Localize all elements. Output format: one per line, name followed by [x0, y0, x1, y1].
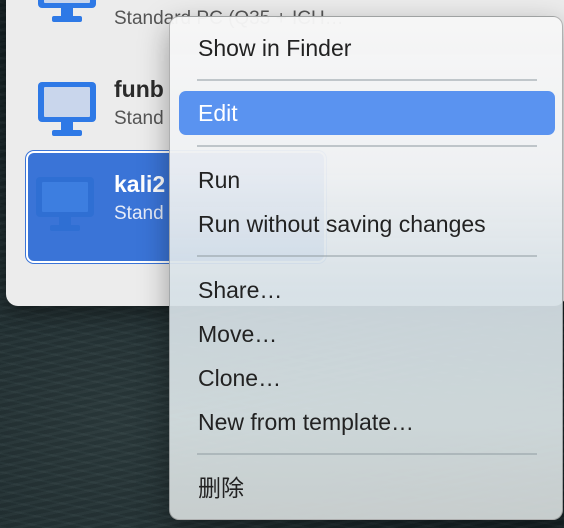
menu-item-run-without-saving[interactable]: Run without saving changes — [179, 202, 555, 246]
monitor-icon — [36, 177, 94, 231]
vm-subtitle: Stand — [114, 203, 164, 224]
menu-item-run[interactable]: Run — [179, 158, 555, 202]
menu-separator — [197, 255, 537, 257]
context-menu: Show in Finder Edit Run Run without savi… — [169, 16, 563, 520]
vm-subtitle: Stand — [114, 108, 164, 129]
menu-item-delete[interactable]: 删除 — [179, 466, 555, 510]
monitor-icon — [38, 0, 96, 22]
menu-item-share[interactable]: Share… — [179, 268, 555, 312]
menu-separator — [197, 453, 537, 455]
menu-item-new-from-template[interactable]: New from template… — [179, 400, 555, 444]
menu-item-edit[interactable]: Edit — [179, 91, 555, 135]
vm-name: kali2 — [114, 171, 166, 197]
menu-item-show-in-finder[interactable]: Show in Finder — [179, 26, 555, 70]
menu-separator — [197, 79, 537, 81]
vm-name: funb — [114, 76, 164, 102]
monitor-icon — [38, 82, 96, 136]
menu-item-move[interactable]: Move… — [179, 312, 555, 356]
menu-separator — [197, 145, 537, 147]
menu-item-clone[interactable]: Clone… — [179, 356, 555, 400]
